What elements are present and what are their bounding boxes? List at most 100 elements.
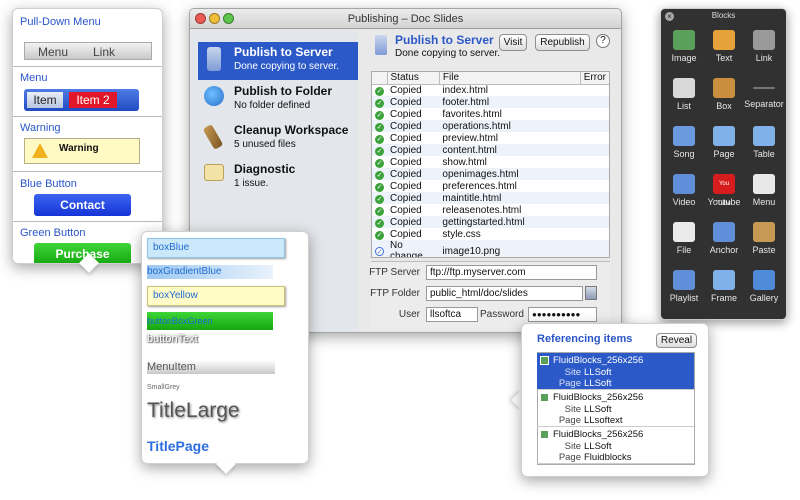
sidebar-item-subtitle: Done copying to server. xyxy=(234,61,340,72)
sidebar-item-publish-server[interactable]: Publish to Server Done copying to server… xyxy=(198,42,358,80)
check-icon: ✓ xyxy=(375,110,384,120)
block-list[interactable]: List xyxy=(664,73,704,119)
ftp-folder-field[interactable]: public_html/doc/slides xyxy=(426,286,583,301)
table-row[interactable]: ✓ Copied footer.html xyxy=(372,96,609,108)
table-row[interactable]: ✓ No change image10.png xyxy=(372,240,609,257)
style-box-gradient-blue[interactable]: boxGradientBlue xyxy=(147,265,273,279)
block-menu[interactable]: Menu xyxy=(744,169,784,215)
block-label: Youtube xyxy=(707,197,741,207)
title-bar[interactable]: Publishing – Doc Slides xyxy=(190,9,621,29)
block-gallery[interactable]: Gallery xyxy=(744,265,784,311)
table-row[interactable]: ✓ Copied gettingstarted.html xyxy=(372,216,609,228)
style-title-page[interactable]: TitlePage xyxy=(147,438,209,454)
style-title-large[interactable]: TitleLarge xyxy=(147,399,240,423)
style-box-blue[interactable]: boxBlue xyxy=(147,238,285,258)
sidebar-item-publish-folder[interactable]: Publish to Folder No folder defined xyxy=(198,81,358,119)
block-table[interactable]: Table xyxy=(744,121,784,167)
table-row[interactable]: ✓ Copied releasenotes.html xyxy=(372,204,609,216)
referencing-item[interactable]: FluidBlocks_256x256 Site LLSoft Page LLSoft xyxy=(537,353,694,390)
column-file[interactable]: File xyxy=(439,72,581,85)
sidebar-item-title: Cleanup Workspace xyxy=(234,123,349,137)
styles-popover: boxBlue boxGradientBlue boxYellow button… xyxy=(141,231,309,464)
block-playlist[interactable]: Playlist xyxy=(664,265,704,311)
block-anchor[interactable]: Anchor xyxy=(704,217,744,263)
row-status: Copied xyxy=(390,156,422,168)
row-status: Copied xyxy=(390,192,422,204)
table-row[interactable]: ✓ Copied maintitle.html xyxy=(372,192,609,204)
table-row[interactable]: ✓ Copied show.html xyxy=(372,156,609,168)
menu-item[interactable]: Item xyxy=(27,92,63,108)
page-label: Page xyxy=(558,452,581,463)
pulldown-item-link[interactable]: Link xyxy=(93,45,115,59)
block-video[interactable]: Video xyxy=(664,169,704,215)
block-text[interactable]: Text xyxy=(704,25,744,71)
row-error xyxy=(580,120,609,132)
table-row[interactable]: ✓ Copied operations.html xyxy=(372,120,609,132)
style-button-text[interactable]: buttonText xyxy=(147,333,198,345)
sidebar-item-diagnostic[interactable]: Diagnostic 1 issue. xyxy=(198,159,358,197)
block-youtube[interactable]: You Tube Youtube xyxy=(704,169,744,215)
close-button[interactable] xyxy=(195,13,206,24)
sidebar-item-subtitle: 5 unused files xyxy=(234,139,296,150)
row-status: Copied xyxy=(390,108,422,120)
block-file[interactable]: File xyxy=(664,217,704,263)
table-row[interactable]: ✓ Copied openimages.html xyxy=(372,168,609,180)
sidebar-item-title: Publish to Server xyxy=(234,45,333,59)
table-row[interactable]: ✓ Copied favorites.html xyxy=(372,108,609,120)
block-label: Anchor xyxy=(709,245,739,255)
column-status[interactable]: Status xyxy=(387,72,440,85)
referencing-item[interactable]: FluidBlocks_256x256 Site LLSoft Page Fluidbl… xyxy=(537,427,694,464)
contact-button[interactable]: Contact xyxy=(34,194,131,216)
pulldown-menu[interactable]: Menu Link xyxy=(24,42,152,60)
separator-icon xyxy=(753,87,775,89)
ftp-server-field[interactable]: ftp://ftp.myserver.com xyxy=(426,265,597,280)
sidebar-item-cleanup[interactable]: Cleanup Workspace 5 unused files xyxy=(198,120,358,158)
minimize-button[interactable] xyxy=(209,13,220,24)
browse-folder-icon[interactable] xyxy=(585,286,597,300)
check-icon: ✓ xyxy=(375,134,384,144)
block-song[interactable]: Song xyxy=(664,121,704,167)
block-label: Gallery xyxy=(749,293,779,303)
site-label: Site xyxy=(564,367,581,378)
block-paste[interactable]: Paste xyxy=(744,217,784,263)
table-row[interactable]: ✓ Copied preview.html xyxy=(372,132,609,144)
table-row[interactable]: ✓ Copied preferences.html xyxy=(372,180,609,192)
block-link[interactable]: Link xyxy=(744,25,784,71)
zoom-button[interactable] xyxy=(223,13,234,24)
block-label: Frame xyxy=(710,293,737,303)
style-menu-item[interactable]: MenuItem xyxy=(147,360,275,374)
style-box-yellow[interactable]: boxYellow xyxy=(147,286,285,306)
files-table[interactable]: Status File Error ✓ Copied index.html ✓ Copi… xyxy=(371,71,610,258)
block-frame[interactable]: Frame xyxy=(704,265,744,311)
block-box[interactable]: Box xyxy=(704,73,744,119)
row-file: image10.png xyxy=(442,245,501,257)
check-icon: ✓ xyxy=(375,194,384,204)
block-page[interactable]: Page xyxy=(704,121,744,167)
user-field[interactable]: llsoftca xyxy=(426,307,478,322)
sidebar-item-subtitle: 1 issue. xyxy=(234,178,269,189)
table-row[interactable]: ✓ Copied index.html xyxy=(372,84,609,96)
block-image[interactable]: Image xyxy=(664,25,704,71)
table-row[interactable]: ✓ Copied content.html xyxy=(372,144,609,156)
column-error[interactable]: Error xyxy=(580,72,609,85)
menu-item-2[interactable]: Item 2 xyxy=(69,92,117,108)
help-button[interactable]: ? xyxy=(596,34,610,48)
style-small-grey[interactable]: SmallGrey xyxy=(147,384,180,391)
row-file: footer.html xyxy=(442,96,490,108)
reveal-button[interactable]: Reveal xyxy=(656,333,697,348)
row-file: index.html xyxy=(442,84,488,96)
password-field[interactable]: ●●●●●●●●●● xyxy=(528,307,597,322)
style-button-box-green[interactable]: buttonBoxGreen xyxy=(147,312,273,330)
pulldown-item-menu[interactable]: Menu xyxy=(38,45,68,59)
playlist-icon xyxy=(673,270,695,290)
close-icon[interactable]: × xyxy=(665,12,674,21)
row-file: operations.html xyxy=(442,120,511,132)
table-row[interactable]: ✓ Copied style.css xyxy=(372,228,609,240)
block-separator[interactable]: Separator xyxy=(744,73,784,119)
referencing-item[interactable]: FluidBlocks_256x256 Site LLSoft Page LLsofte… xyxy=(537,390,694,427)
republish-button[interactable]: Republish xyxy=(535,34,590,51)
visit-button[interactable]: Visit xyxy=(499,34,527,51)
block-label: Playlist xyxy=(669,293,699,303)
row-error xyxy=(580,228,609,240)
link-icon xyxy=(753,30,775,50)
